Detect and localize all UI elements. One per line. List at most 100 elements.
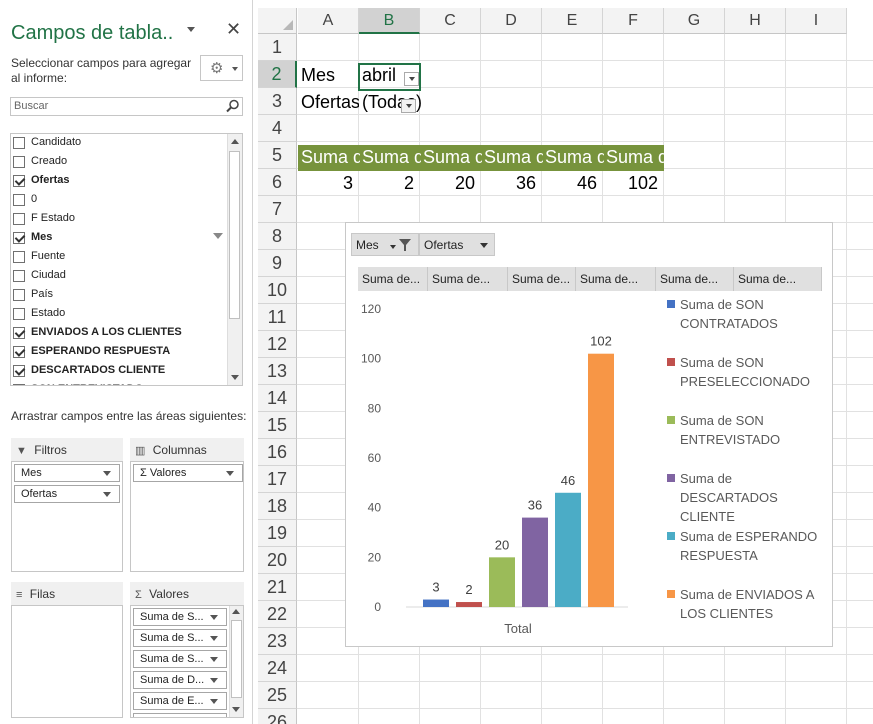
pane-options-chevron-icon[interactable] xyxy=(187,27,195,32)
row-header[interactable]: 2 xyxy=(258,61,297,88)
field-item[interactable]: Ofertas xyxy=(12,172,230,191)
field-checkbox[interactable] xyxy=(13,327,25,339)
field-checkbox[interactable] xyxy=(13,384,25,385)
valores-item[interactable]: Suma de E... xyxy=(133,713,227,717)
row-header[interactable]: 22 xyxy=(258,601,297,628)
row-header[interactable]: 23 xyxy=(258,628,297,655)
field-item[interactable]: Mes xyxy=(12,229,230,248)
field-item[interactable]: Estado xyxy=(12,305,230,324)
row-header[interactable]: 14 xyxy=(258,385,297,412)
scroll-thumb[interactable] xyxy=(231,620,242,698)
chart-bar[interactable] xyxy=(489,557,515,607)
chart-bar[interactable] xyxy=(555,492,581,607)
valores-item[interactable]: Suma de S... xyxy=(133,629,227,647)
field-checkbox[interactable] xyxy=(13,346,25,358)
row-header[interactable]: 20 xyxy=(258,547,297,574)
field-checkbox[interactable] xyxy=(13,232,25,244)
field-checkbox[interactable] xyxy=(13,289,25,301)
pivot-chart[interactable]: Mes Ofertas Suma de... Suma de... Suma de.… xyxy=(345,222,833,647)
pivot-value-cell[interactable]: 3 xyxy=(298,173,353,194)
field-item[interactable]: Creado xyxy=(12,153,230,172)
row-header[interactable]: 10 xyxy=(258,277,297,304)
row-header[interactable]: 18 xyxy=(258,493,297,520)
field-checkbox[interactable] xyxy=(13,213,25,225)
pivot-header-cell[interactable]: Suma de xyxy=(606,145,665,171)
pivot-value-cell[interactable]: 46 xyxy=(542,173,597,194)
pivot-value-cell[interactable]: 2 xyxy=(359,173,414,194)
pivot-value-cell[interactable]: 102 xyxy=(603,173,658,194)
column-header[interactable]: H xyxy=(725,8,786,34)
row-header[interactable]: 25 xyxy=(258,682,297,709)
column-header[interactable]: E xyxy=(542,8,603,34)
scroll-thumb[interactable] xyxy=(229,151,240,319)
field-item[interactable]: SON ENTREVISTADO xyxy=(12,381,230,385)
field-list-scrollbar[interactable] xyxy=(227,134,242,385)
field-checkbox[interactable] xyxy=(13,175,25,187)
field-item[interactable]: ENVIADOS A LOS CLIENTES xyxy=(12,324,230,343)
field-checkbox[interactable] xyxy=(13,365,25,377)
field-item[interactable]: F Estado xyxy=(12,210,230,229)
chart-bar[interactable] xyxy=(456,602,482,607)
pivot-value-cell[interactable]: 20 xyxy=(420,173,475,194)
legend-entry[interactable]: Suma de SON PRESELECCIONADO xyxy=(667,353,830,391)
column-header[interactable]: A xyxy=(298,8,359,34)
legend-entry[interactable]: Suma de SON ENTREVISTADO xyxy=(667,411,830,449)
pivot-header-cell[interactable]: Suma de xyxy=(484,145,543,171)
scroll-up-icon[interactable] xyxy=(232,609,240,614)
pivot-header-cell[interactable]: Suma de xyxy=(423,145,482,171)
search-input[interactable]: Buscar xyxy=(10,97,243,116)
valores-item[interactable]: Suma de S... xyxy=(133,608,227,626)
field-item[interactable]: Candidato xyxy=(12,134,230,153)
row-header[interactable]: 7 xyxy=(258,196,297,223)
field-checkbox[interactable] xyxy=(13,308,25,320)
chart-bar[interactable] xyxy=(423,599,449,607)
column-header[interactable]: B xyxy=(359,8,420,34)
column-header[interactable]: D xyxy=(481,8,542,34)
row-header[interactable]: 8 xyxy=(258,223,297,250)
legend-entry[interactable]: Suma de DESCARTADOS CLIENTE xyxy=(667,469,830,526)
valores-item[interactable]: Suma de E... xyxy=(133,692,227,710)
column-header[interactable]: I xyxy=(786,8,847,34)
row-header[interactable]: 24 xyxy=(258,655,297,682)
column-header[interactable]: G xyxy=(664,8,725,34)
pivot-value-cell[interactable]: 36 xyxy=(481,173,536,194)
cell-a2[interactable]: Mes xyxy=(301,65,335,86)
field-item[interactable]: País xyxy=(12,286,230,305)
chart-bar[interactable] xyxy=(588,353,614,607)
row-header[interactable]: 13 xyxy=(258,358,297,385)
field-item[interactable]: Ciudad xyxy=(12,267,230,286)
pivot-header-cell[interactable]: Suma de xyxy=(545,145,604,171)
row-header[interactable]: 6 xyxy=(258,169,297,196)
row-header[interactable]: 19 xyxy=(258,520,297,547)
legend-entry[interactable]: Suma de SON CONTRATADOS xyxy=(667,295,830,333)
row-header[interactable]: 26 xyxy=(258,709,297,724)
filter-dropdown-button[interactable] xyxy=(401,99,416,113)
row-header[interactable]: 9 xyxy=(258,250,297,277)
row-header[interactable]: 4 xyxy=(258,115,297,142)
filtros-item-mes[interactable]: Mes xyxy=(14,464,120,482)
row-header[interactable]: 3 xyxy=(258,88,297,115)
field-checkbox[interactable] xyxy=(13,251,25,263)
legend-entry[interactable]: Suma de ESPERANDO RESPUESTA xyxy=(667,527,830,565)
scroll-up-icon[interactable] xyxy=(231,139,239,144)
filter-dropdown-button[interactable] xyxy=(404,72,419,86)
pivot-header-cell[interactable]: Suma de xyxy=(301,145,360,171)
valores-item[interactable]: Suma de D... xyxy=(133,671,227,689)
field-checkbox[interactable] xyxy=(13,270,25,282)
row-header[interactable]: 5 xyxy=(258,142,297,169)
filtros-item-ofertas[interactable]: Ofertas xyxy=(14,485,120,503)
valores-item[interactable]: Suma de S... xyxy=(133,650,227,668)
row-header[interactable]: 12 xyxy=(258,331,297,358)
cell-a3[interactable]: Ofertas xyxy=(301,92,359,113)
field-item[interactable]: Fuente xyxy=(12,248,230,267)
column-header[interactable]: C xyxy=(420,8,481,34)
row-header[interactable]: 21 xyxy=(258,574,297,601)
field-item[interactable]: DESCARTADOS CLIENTE xyxy=(12,362,230,381)
scroll-down-icon[interactable] xyxy=(232,707,240,712)
row-header[interactable]: 1 xyxy=(258,34,297,61)
field-checkbox[interactable] xyxy=(13,194,25,206)
row-header[interactable]: 17 xyxy=(258,466,297,493)
row-header[interactable]: 15 xyxy=(258,412,297,439)
search-icon[interactable] xyxy=(226,99,240,113)
cell-b2[interactable]: abril xyxy=(362,65,402,86)
